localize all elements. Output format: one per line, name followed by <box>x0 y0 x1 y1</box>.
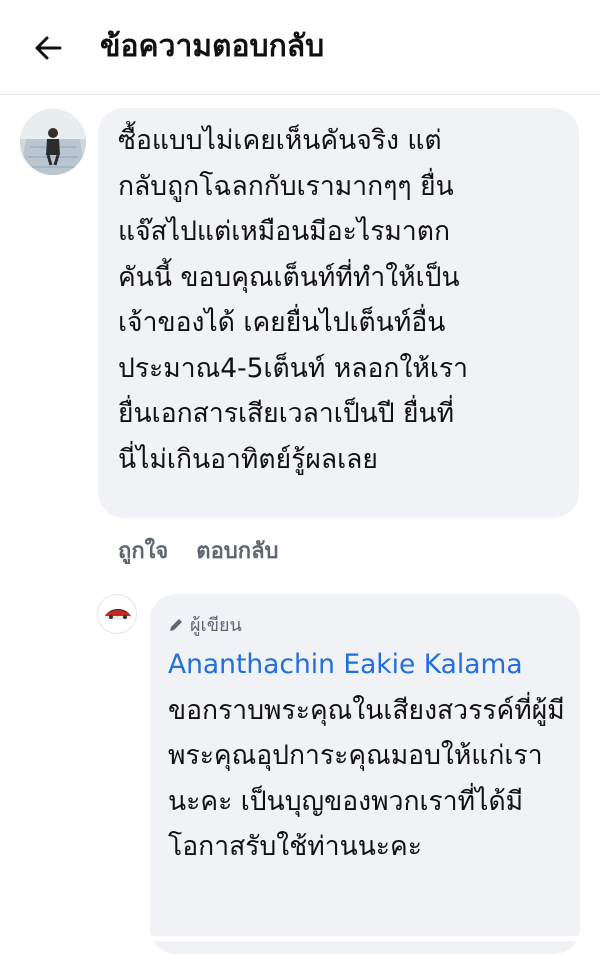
author-badge-label: ผู้เขียน <box>190 615 242 636</box>
comment-actions: ถูกใจ ตอบกลับ <box>118 530 279 570</box>
arrow-left-icon <box>35 36 62 60</box>
author-name-link[interactable]: Ananthachin Eakie Kalama <box>168 649 523 680</box>
reply-button[interactable]: ตอบกลับ <box>196 533 278 568</box>
author-badge: ผู้เขียน <box>168 610 242 639</box>
like-button[interactable]: ถูกใจ <box>118 533 168 568</box>
reply-text: Ananthachin Eakie Kalama ขอกราบพระคุณในเ… <box>168 642 568 870</box>
back-button[interactable] <box>28 28 68 68</box>
comment-text: ซื้อแบบไม่เคยเห็นคันจริง แต่ กลับถูกโฉลก… <box>118 125 469 475</box>
bottom-divider <box>0 936 600 941</box>
top-bar: ข้อความตอบกลับ <box>0 0 600 95</box>
car-logo-icon <box>104 609 132 620</box>
commenter-avatar[interactable] <box>20 109 86 175</box>
page-title: ข้อความตอบกลับ <box>100 29 325 64</box>
reply-body: ขอกราบพระคุณในเสียงสวรรค์ที่ผู้มีพระคุณอ… <box>168 694 565 863</box>
commenter-photo <box>20 109 86 175</box>
pencil-icon <box>170 618 182 631</box>
author-avatar[interactable] <box>97 594 137 634</box>
